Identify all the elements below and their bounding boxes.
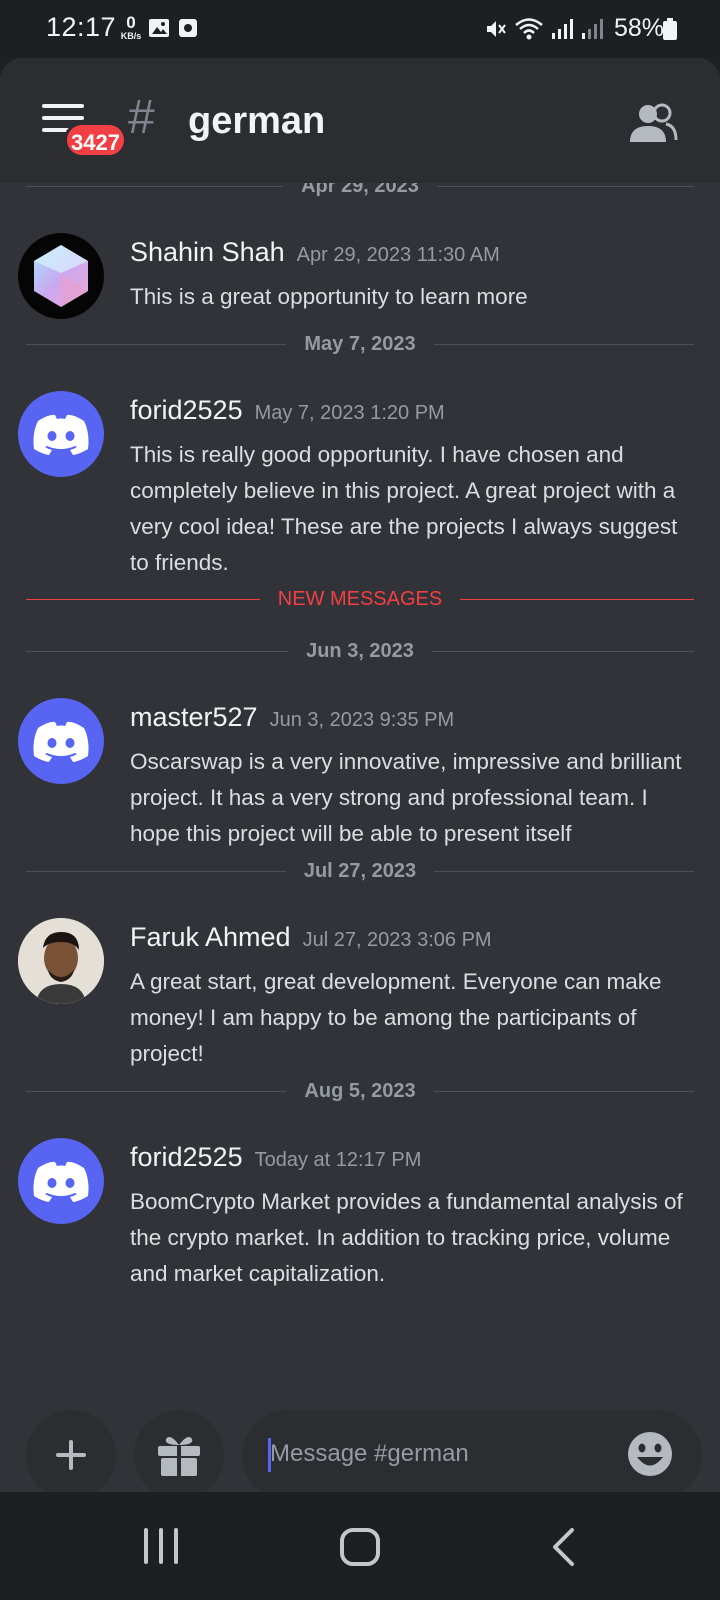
message-list[interactable]: Apr 29, 2023 Shahin Shah Apr 29, 2023 11…: [0, 183, 720, 1393]
avatar[interactable]: [18, 391, 104, 477]
mute-icon: [486, 20, 506, 37]
date-divider: Aug 5, 2023: [26, 1080, 694, 1102]
avatar[interactable]: [18, 1138, 104, 1224]
person-photo-icon: [18, 918, 104, 1004]
author-name[interactable]: forid2525: [130, 1142, 243, 1172]
menu-line: [42, 104, 84, 108]
message-timestamp: Apr 29, 2023 11:30 AM: [296, 244, 500, 266]
avatar[interactable]: [18, 698, 104, 784]
date-divider-label: Aug 5, 2023: [286, 1080, 434, 1102]
message-timestamp: Jun 3, 2023 9:35 PM: [269, 709, 455, 731]
network-speed-unit: KB/s: [120, 31, 142, 41]
network-speed-value: 0: [126, 13, 136, 32]
new-messages-label: NEW MESSAGES: [259, 588, 461, 610]
add-attachment-button[interactable]: [26, 1410, 116, 1492]
menu-line: [42, 116, 84, 120]
message-text: A great start, great development. Everyo…: [130, 969, 662, 1066]
discord-logo-icon: [33, 721, 89, 762]
gallery-icon: [149, 19, 169, 37]
gift-button[interactable]: [134, 1410, 224, 1492]
date-divider-label: Jul 27, 2023: [285, 860, 435, 882]
new-messages-divider: NEW MESSAGES: [26, 588, 694, 610]
author-name[interactable]: forid2525: [130, 395, 243, 425]
signal-icon: [551, 18, 573, 39]
wifi-icon: [515, 17, 543, 39]
screen-record-icon: [179, 19, 197, 37]
date-divider: Jun 3, 2023: [26, 640, 694, 662]
message-timestamp: May 7, 2023 1:20 PM: [254, 402, 445, 424]
status-bar: 12:17 0 KB/s 58%: [0, 0, 720, 58]
message-input[interactable]: Message #german: [242, 1410, 702, 1492]
channel-header: 3427 # german: [0, 58, 720, 183]
date-divider-label: Jun 3, 2023: [288, 640, 432, 662]
emoji-icon[interactable]: [626, 1430, 674, 1478]
chat-screen: 3427 # german Apr 29, 2023 Shahin Shah A…: [0, 58, 720, 1492]
discord-logo-icon: [33, 414, 89, 455]
author-name[interactable]: Shahin Shah: [130, 237, 285, 267]
message-text: BoomCrypto Market provides a fundamental…: [130, 1189, 683, 1286]
date-divider: May 7, 2023: [26, 333, 694, 355]
gift-icon: [158, 1437, 200, 1476]
signal-2-icon: [581, 18, 603, 39]
network-speed: 0 KB/s: [118, 14, 144, 41]
discord-logo-icon: [33, 1161, 89, 1202]
channel-hash-icon: #: [128, 91, 155, 144]
members-icon[interactable]: [628, 102, 678, 144]
date-divider: Apr 29, 2023: [26, 183, 694, 197]
crystal-avatar-icon: [34, 245, 88, 307]
message-timestamp: Jul 27, 2023 3:06 PM: [302, 929, 492, 951]
status-time: 12:17: [46, 12, 117, 42]
unread-badge: 3427: [64, 122, 127, 158]
author-name[interactable]: Faruk Ahmed: [130, 922, 291, 952]
message-composer: Message #german: [0, 1388, 720, 1492]
home-icon[interactable]: [340, 1528, 380, 1566]
message-input-placeholder: Message #german: [270, 1440, 469, 1467]
message-text: This is a great opportunity to learn mor…: [130, 284, 528, 309]
battery-icon: [663, 18, 677, 40]
avatar[interactable]: [18, 233, 104, 319]
message-timestamp: Today at 12:17 PM: [254, 1149, 422, 1171]
message-text: Oscarswap is a very innovative, impressi…: [130, 749, 682, 846]
plus-icon: [56, 1440, 86, 1470]
author-name[interactable]: master527: [130, 702, 258, 732]
message-text: This is really good opportunity. I have …: [130, 442, 678, 575]
channel-title[interactable]: german: [188, 100, 325, 143]
status-right: 58%: [484, 14, 664, 43]
date-divider-label: Apr 29, 2023: [283, 183, 437, 197]
system-nav-bar: [0, 1492, 720, 1600]
back-icon[interactable]: [550, 1528, 576, 1566]
avatar[interactable]: [18, 918, 104, 1004]
recent-apps-icon[interactable]: [142, 1528, 180, 1564]
date-divider-label: May 7, 2023: [286, 333, 434, 355]
battery-percent: 58%: [613, 14, 664, 42]
date-divider: Jul 27, 2023: [26, 860, 694, 882]
